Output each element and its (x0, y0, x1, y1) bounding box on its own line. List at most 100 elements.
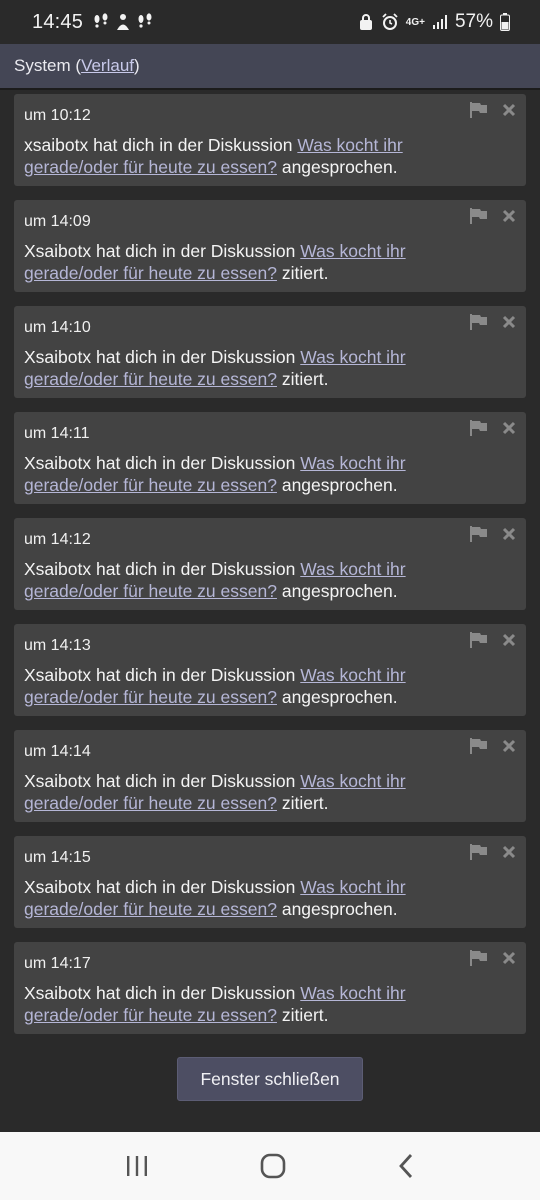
notification-item: um 14:12 Xsaibotx hat dich in der Diskus… (14, 518, 526, 610)
back-icon[interactable] (397, 1153, 415, 1179)
recent-apps-icon[interactable] (125, 1155, 149, 1177)
notification-text: Xsaibotx hat dich in der Diskussion Was … (24, 876, 464, 920)
close-window-button[interactable]: Fenster schließen (177, 1057, 363, 1101)
flag-icon[interactable] (470, 208, 488, 224)
status-right: 4G+ 57% (358, 11, 510, 33)
notification-action: zitiert. (276, 369, 329, 389)
close-icon[interactable] (502, 103, 516, 117)
notification-time: um 10:12 (24, 107, 91, 124)
notification-actions (470, 208, 516, 224)
notification-time: um 14:09 (24, 213, 91, 230)
flag-icon[interactable] (470, 526, 488, 542)
notification-middle: hat dich in der Diskussion (91, 983, 301, 1003)
notification-action: angesprochen. (276, 899, 398, 919)
notification-user: xsaibotx (24, 135, 89, 155)
system-nav-bar (0, 1132, 540, 1200)
notification-item: um 10:12 xsaibotx hat dich in der Diskus… (14, 94, 526, 186)
close-icon[interactable] (502, 527, 516, 541)
footsteps-icon (138, 13, 152, 28)
status-left: 14:45 (32, 11, 153, 34)
flag-icon[interactable] (470, 632, 488, 648)
person-icon (117, 14, 130, 30)
notification-text: Xsaibotx hat dich in der Diskussion Was … (24, 240, 464, 284)
status-time: 14:45 (32, 10, 84, 33)
notification-action: zitiert. (276, 1005, 329, 1025)
notification-middle: hat dich in der Diskussion (91, 453, 301, 473)
panel-header: System (Verlauf) (0, 44, 540, 90)
battery-level: 57% (454, 11, 493, 32)
flag-icon[interactable] (470, 102, 488, 118)
notification-actions (470, 950, 516, 966)
notification-time: um 14:11 (24, 425, 90, 442)
notification-item: um 14:11 Xsaibotx hat dich in der Diskus… (14, 412, 526, 504)
notification-time: um 14:14 (24, 743, 91, 760)
notification-user: Xsaibotx (24, 453, 92, 473)
notification-actions (470, 102, 516, 118)
notification-item: um 14:17 Xsaibotx hat dich in der Diskus… (14, 942, 526, 1034)
notification-user: Xsaibotx (24, 877, 92, 897)
notification-item: um 14:13 Xsaibotx hat dich in der Diskus… (14, 624, 526, 716)
notification-middle: hat dich in der Diskussion (91, 771, 301, 791)
notification-text: Xsaibotx hat dich in der Diskussion Was … (24, 452, 464, 496)
notification-action: angesprochen. (276, 475, 398, 495)
notification-time: um 14:15 (24, 849, 91, 866)
notification-item: um 14:09 Xsaibotx hat dich in der Diskus… (14, 200, 526, 292)
notification-middle: hat dich in der Diskussion (91, 877, 301, 897)
notification-text: Xsaibotx hat dich in der Diskussion Was … (24, 770, 464, 814)
notification-user: Xsaibotx (24, 559, 92, 579)
notification-text: Xsaibotx hat dich in der Diskussion Was … (24, 664, 464, 708)
header-title: System (14, 56, 71, 75)
notification-user: Xsaibotx (24, 665, 92, 685)
notification-time: um 14:17 (24, 955, 91, 972)
notification-user: Xsaibotx (24, 347, 92, 367)
close-icon[interactable] (502, 315, 516, 329)
notification-time: um 14:12 (24, 531, 91, 548)
notification-middle: hat dich in der Diskussion (91, 241, 301, 261)
notification-action: zitiert. (276, 263, 329, 283)
alarm-icon (382, 13, 398, 30)
flag-icon[interactable] (470, 420, 488, 436)
notification-time: um 14:13 (24, 637, 91, 654)
notification-actions (470, 844, 516, 860)
notification-text: Xsaibotx hat dich in der Diskussion Was … (24, 346, 464, 390)
signal-icon (432, 15, 447, 29)
notification-action: zitiert. (276, 793, 329, 813)
notification-action: angesprochen. (276, 687, 398, 707)
notification-middle: hat dich in der Diskussion (91, 665, 301, 685)
close-icon[interactable] (502, 209, 516, 223)
network-type: 4G+ (405, 16, 425, 28)
notification-item: um 14:15 Xsaibotx hat dich in der Diskus… (14, 836, 526, 928)
status-notification-icons (93, 13, 153, 31)
notification-middle: hat dich in der Diskussion (91, 347, 301, 367)
notification-middle: hat dich in der Diskussion (91, 559, 301, 579)
close-icon[interactable] (502, 739, 516, 753)
notification-action: angesprochen. (276, 581, 398, 601)
notification-actions (470, 526, 516, 542)
notification-actions (470, 738, 516, 754)
flag-icon[interactable] (470, 844, 488, 860)
notification-user: Xsaibotx (24, 771, 92, 791)
notification-list: um 10:12 xsaibotx hat dich in der Diskus… (14, 94, 526, 1048)
close-icon[interactable] (502, 633, 516, 647)
notification-actions (470, 632, 516, 648)
notification-item: um 14:14 Xsaibotx hat dich in der Diskus… (14, 730, 526, 822)
close-icon[interactable] (502, 421, 516, 435)
history-link[interactable]: Verlauf (81, 56, 134, 76)
flag-icon[interactable] (470, 738, 488, 754)
notification-item: um 14:10 Xsaibotx hat dich in der Diskus… (14, 306, 526, 398)
status-bar: 14:45 4G+ 57% (0, 0, 540, 44)
battery-icon (500, 13, 510, 31)
notification-text: xsaibotx hat dich in der Diskussion Was … (24, 134, 464, 178)
notification-user: Xsaibotx (24, 241, 92, 261)
notification-text: Xsaibotx hat dich in der Diskussion Was … (24, 558, 464, 602)
notification-actions (470, 420, 516, 436)
flag-icon[interactable] (470, 314, 488, 330)
lock-icon (359, 14, 372, 30)
close-icon[interactable] (502, 951, 516, 965)
close-icon[interactable] (502, 845, 516, 859)
notification-time: um 14:10 (24, 319, 91, 336)
flag-icon[interactable] (470, 950, 488, 966)
notification-action: angesprochen. (276, 157, 398, 177)
notification-user: Xsaibotx (24, 983, 92, 1003)
home-icon[interactable] (260, 1153, 286, 1179)
